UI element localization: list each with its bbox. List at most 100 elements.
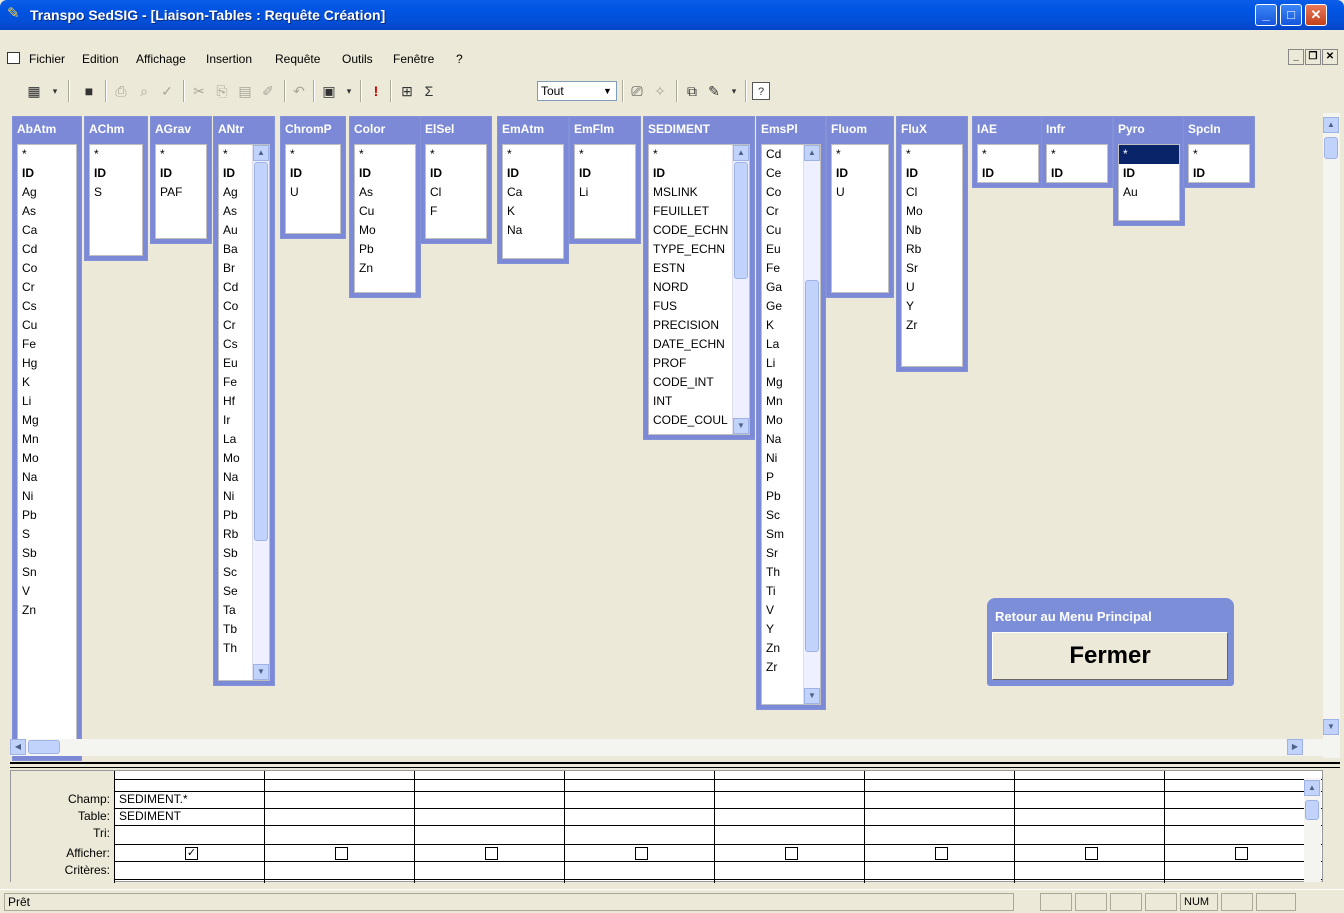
table-title[interactable]: ChromP xyxy=(281,117,345,141)
field-item[interactable]: Fe xyxy=(762,259,803,278)
help-icon[interactable]: ? xyxy=(752,82,770,100)
field-item[interactable]: TYPE_ECHN xyxy=(649,240,732,259)
field-item[interactable]: Sc xyxy=(219,563,252,582)
field-item[interactable]: Cd xyxy=(18,240,76,259)
field-item[interactable]: ID xyxy=(1189,164,1249,182)
field-item[interactable]: Tb xyxy=(219,620,252,639)
table-pyro[interactable]: Pyro * ID Au xyxy=(1113,116,1185,226)
afficher-checkbox[interactable] xyxy=(785,847,798,860)
field-item[interactable]: Ni xyxy=(18,487,76,506)
print-preview-icon[interactable]: ⌕ xyxy=(135,82,153,100)
table-chromp[interactable]: ChromP * ID U xyxy=(280,116,346,239)
field-item[interactable]: Zr xyxy=(902,316,962,335)
field-item[interactable]: U xyxy=(286,183,340,202)
table-title[interactable]: Fluom xyxy=(827,117,893,141)
field-item[interactable]: Pb xyxy=(18,506,76,525)
field-item[interactable]: Ni xyxy=(219,487,252,506)
chevron-down-icon[interactable]: ▼ xyxy=(600,83,615,99)
field-item[interactable]: Hf xyxy=(219,392,252,411)
field-item[interactable]: Cd xyxy=(762,145,803,164)
field-item[interactable]: U xyxy=(902,278,962,297)
field-item[interactable]: Pb xyxy=(219,506,252,525)
field-item[interactable]: Cs xyxy=(18,297,76,316)
field-list[interactable]: * ID U xyxy=(831,144,889,293)
field-item[interactable]: INT xyxy=(649,392,732,411)
field-item[interactable]: Ag xyxy=(219,183,252,202)
spelling-icon[interactable]: ✓ xyxy=(158,82,176,100)
field-item[interactable]: * xyxy=(832,145,888,164)
field-item[interactable]: * xyxy=(649,145,732,164)
field-item[interactable]: Mn xyxy=(18,430,76,449)
field-item[interactable]: ID xyxy=(355,164,415,183)
field-item[interactable]: Cl xyxy=(426,183,486,202)
field-item[interactable]: Co xyxy=(219,297,252,316)
field-item[interactable]: ID xyxy=(426,164,486,183)
field-item[interactable]: FUS xyxy=(649,297,732,316)
field-item[interactable]: Mn xyxy=(762,392,803,411)
field-item[interactable]: Pb xyxy=(762,487,803,506)
field-item[interactable]: Mo xyxy=(762,411,803,430)
field-list-scrollbar[interactable]: ▲ ▼ xyxy=(803,145,820,704)
field-item[interactable]: * xyxy=(575,145,635,164)
field-item[interactable]: Br xyxy=(219,259,252,278)
field-item[interactable]: ID xyxy=(575,164,635,183)
field-item[interactable]: Ti xyxy=(762,582,803,601)
field-item[interactable]: Hg xyxy=(18,354,76,373)
field-item[interactable]: Cl xyxy=(902,183,962,202)
field-list[interactable]: * ID MSLINK FEUILLET CODE_ECHN TYPE_ECHN ESTN N… xyxy=(648,144,750,435)
field-item[interactable]: Zr xyxy=(762,658,803,677)
table-title[interactable]: Infr xyxy=(1042,117,1112,141)
field-item[interactable]: ID xyxy=(90,164,142,183)
field-item[interactable]: Zn xyxy=(355,259,415,278)
table-title[interactable]: ANtr xyxy=(214,117,274,141)
field-item[interactable]: ID xyxy=(649,164,732,183)
field-item[interactable]: Co xyxy=(762,183,803,202)
menu-requete[interactable]: Requête xyxy=(275,51,320,67)
mdi-close-button[interactable]: ✕ xyxy=(1322,49,1338,65)
afficher-checkbox[interactable] xyxy=(485,847,498,860)
field-list[interactable]: * ID xyxy=(977,144,1039,183)
field-item[interactable]: ID xyxy=(978,164,1038,182)
scroll-thumb[interactable] xyxy=(254,162,268,541)
table-emflm[interactable]: EmFlm * ID Li xyxy=(569,116,641,244)
field-item[interactable]: Y xyxy=(762,620,803,639)
field-item[interactable]: La xyxy=(762,335,803,354)
field-item[interactable]: K xyxy=(18,373,76,392)
field-item[interactable]: ID xyxy=(219,164,252,183)
table-title[interactable]: Color xyxy=(350,117,420,141)
field-item[interactable]: Ca xyxy=(18,221,76,240)
field-item[interactable]: Ta xyxy=(219,601,252,620)
field-item[interactable]: S xyxy=(18,525,76,544)
database-window-icon[interactable]: ⧉ xyxy=(683,82,701,100)
field-item[interactable]: ID xyxy=(286,164,340,183)
fermer-button[interactable]: Fermer xyxy=(992,632,1228,680)
table-achm[interactable]: AChm * ID S xyxy=(84,116,148,261)
grid-column[interactable] xyxy=(264,771,414,883)
field-item[interactable]: ID xyxy=(902,164,962,183)
properties-icon[interactable]: ⎚ xyxy=(628,82,646,100)
print-icon[interactable]: ⎙ xyxy=(112,82,130,100)
table-title[interactable]: IAE xyxy=(973,117,1043,141)
grid-column[interactable]: SEDIMENT.* SEDIMENT ✓ xyxy=(114,771,264,883)
field-list-scrollbar[interactable]: ▲ ▼ xyxy=(252,145,269,680)
field-list[interactable]: * ID Au xyxy=(1118,144,1180,221)
grid-vertical-scrollbar[interactable]: ▲ xyxy=(1304,778,1321,882)
field-item[interactable]: Ni xyxy=(762,449,803,468)
scroll-thumb[interactable] xyxy=(734,162,748,279)
field-item[interactable]: Ga xyxy=(762,278,803,297)
table-title[interactable]: FluX xyxy=(897,117,967,141)
field-item[interactable]: * xyxy=(902,145,962,164)
view-icon[interactable]: ▦ xyxy=(25,82,43,100)
field-item[interactable]: U xyxy=(832,183,888,202)
field-item[interactable]: Au xyxy=(1119,183,1179,202)
field-item[interactable]: * xyxy=(1189,145,1249,164)
top-values-combo[interactable]: Tout ▼ xyxy=(537,81,617,101)
scroll-thumb[interactable] xyxy=(1324,137,1338,159)
table-sediment[interactable]: SEDIMENT * ID MSLINK FEUILLET CODE_ECHN TYPE_E… xyxy=(643,116,755,440)
field-item[interactable]: FEUILLET xyxy=(649,202,732,221)
field-list[interactable]: * ID U xyxy=(285,144,341,234)
menu-fenetre[interactable]: Fenêtre xyxy=(393,51,434,67)
table-title[interactable]: EmAtm xyxy=(498,117,568,141)
field-item[interactable]: La xyxy=(219,430,252,449)
field-list[interactable]: * ID Ag As Ca Cd Co Cr Cs Cu Fe Hg K Li Mg Mn Mo Na Ni Pb S S… xyxy=(17,144,77,756)
